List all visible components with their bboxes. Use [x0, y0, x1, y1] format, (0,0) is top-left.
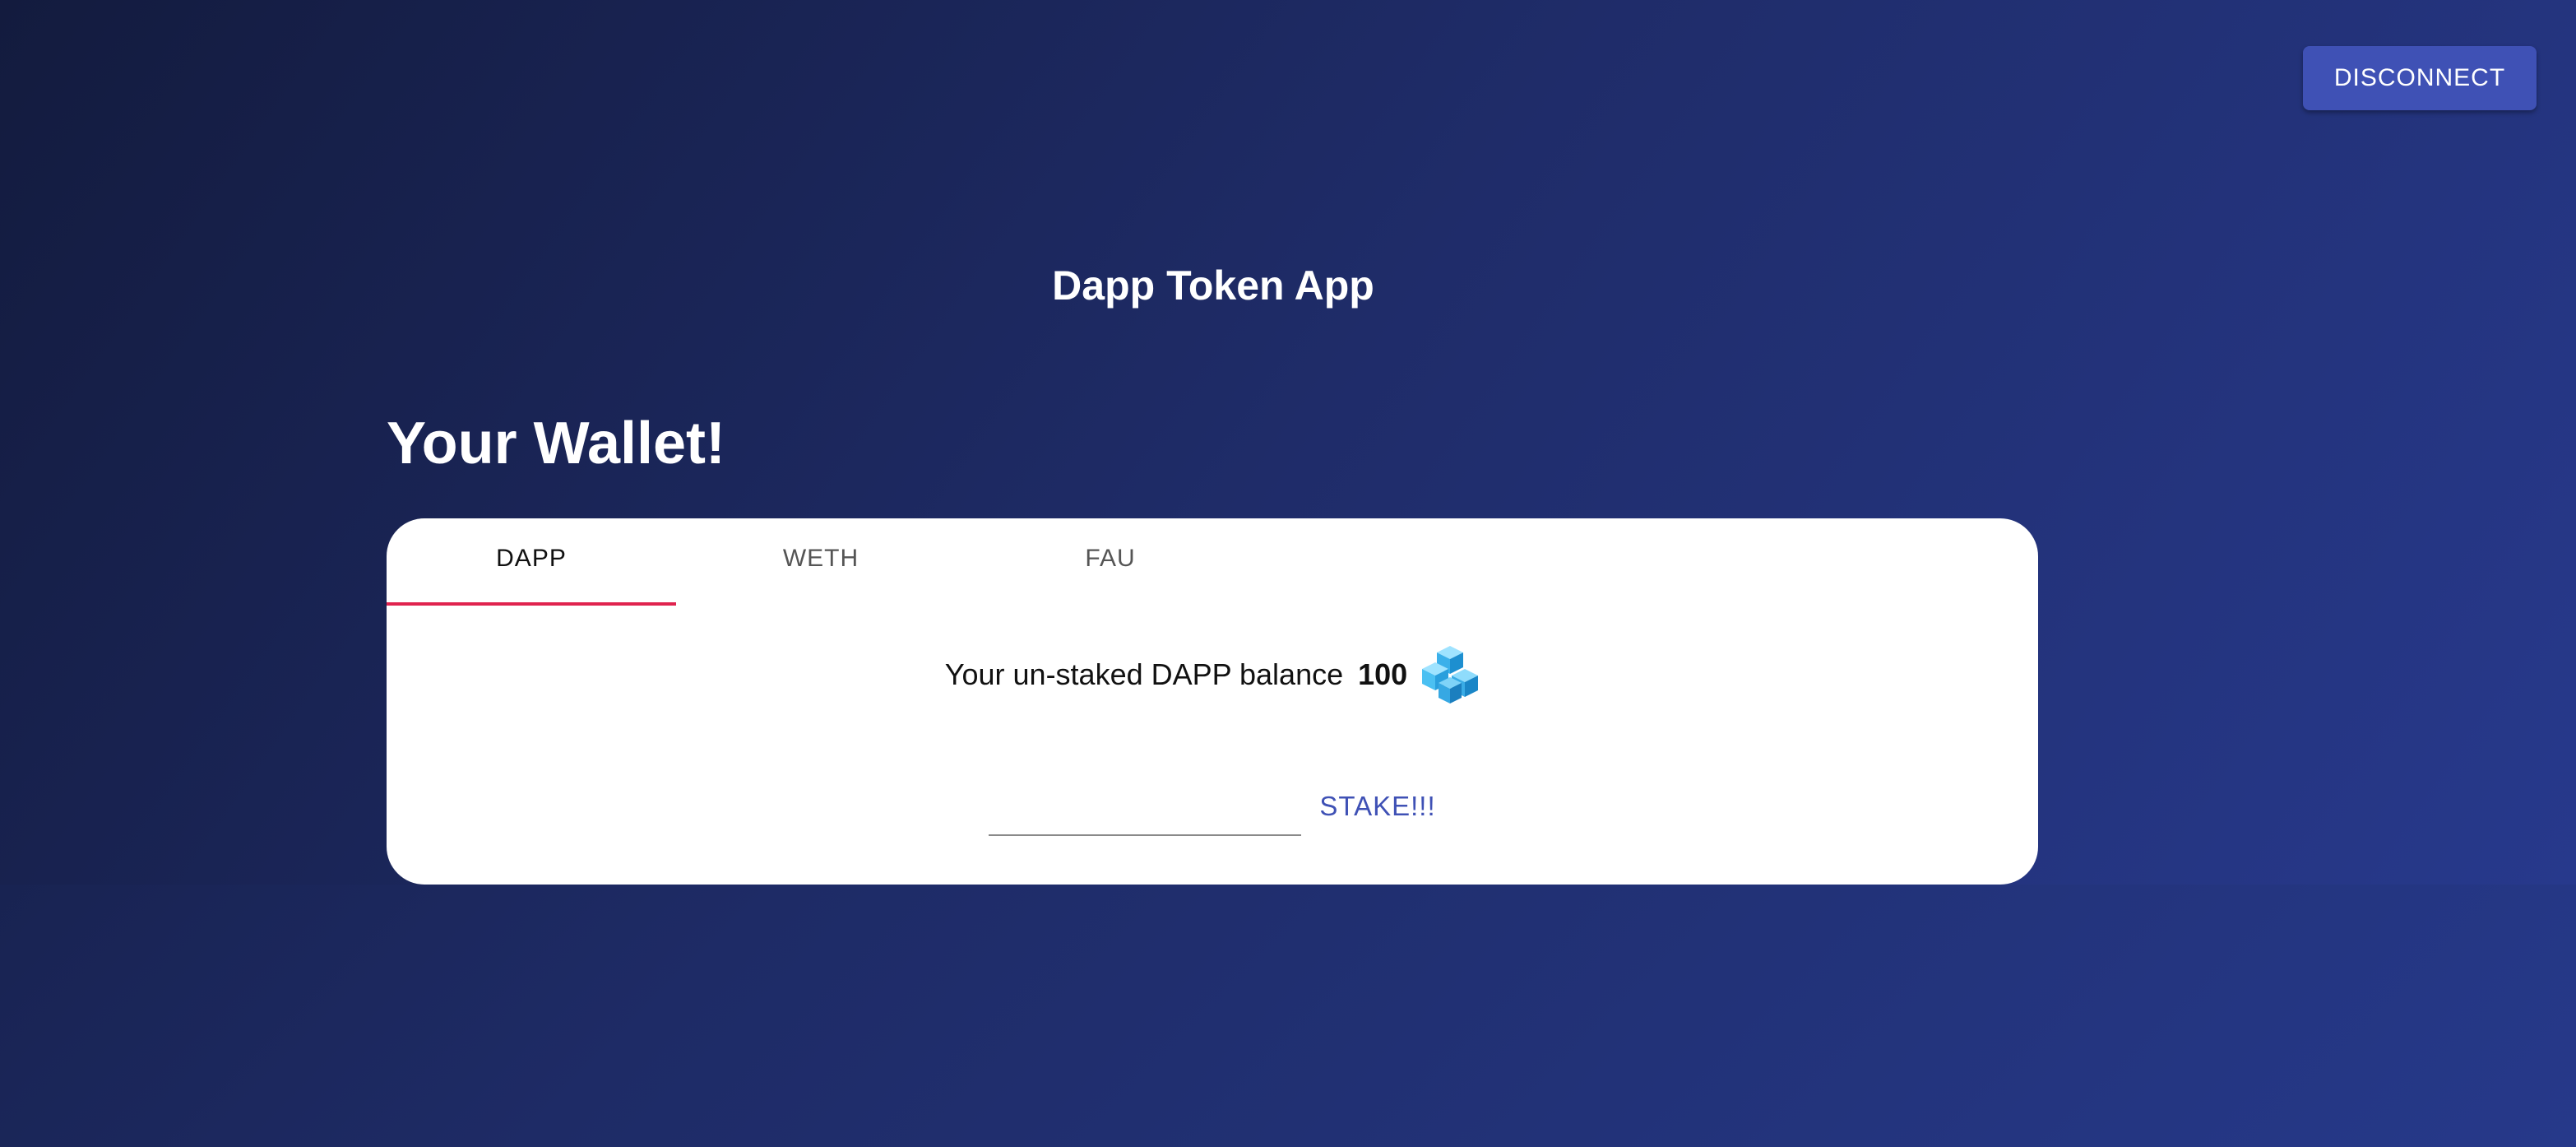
stake-amount-input[interactable] — [989, 792, 1302, 836]
wallet-heading: Your Wallet! — [387, 411, 725, 476]
token-tabs: DAPP WETH FAU — [387, 518, 1255, 606]
tab-dapp[interactable]: DAPP — [387, 518, 676, 606]
stake-button[interactable]: STAKE!!! — [1319, 791, 1435, 822]
app-title: Dapp Token App — [1052, 262, 1374, 309]
tab-fau[interactable]: FAU — [966, 518, 1255, 606]
dapp-token-icon — [1422, 646, 1479, 704]
balance-value: 100 — [1358, 657, 1408, 691]
wallet-card: DAPP WETH FAU Your un-staked DAPP balanc… — [387, 518, 2038, 885]
balance-label: Your un-staked DAPP balance — [944, 657, 1344, 691]
tab-weth[interactable]: WETH — [676, 518, 966, 606]
balance-row: Your un-staked DAPP balance 100 — [387, 642, 2038, 708]
app-page: DISCONNECT Dapp Token App Your Wallet! D… — [0, 0, 2576, 1147]
disconnect-button[interactable]: DISCONNECT — [2303, 46, 2537, 110]
stake-row: STAKE!!! — [387, 773, 2038, 839]
